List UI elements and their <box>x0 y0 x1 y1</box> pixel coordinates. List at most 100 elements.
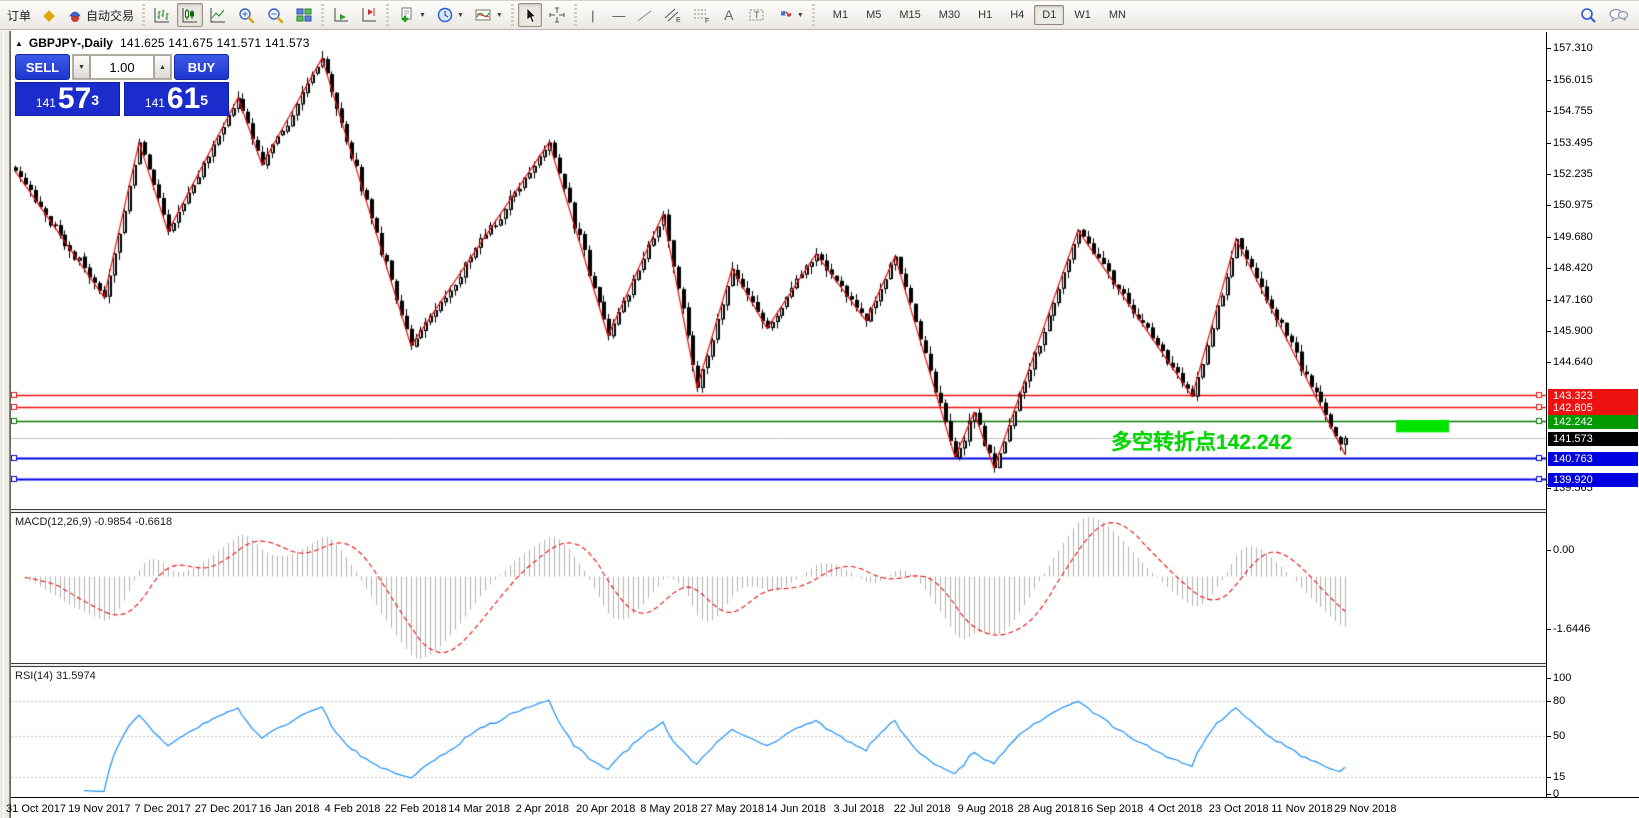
rsi-tick: 80 <box>1553 695 1565 707</box>
svg-text:T: T <box>754 10 760 20</box>
line-chart-button[interactable] <box>205 3 231 27</box>
zoom-in-button[interactable] <box>233 3 260 27</box>
text-button[interactable]: A <box>717 3 741 27</box>
toolbar: 订单 ◆ 自动交易 <box>0 0 1639 30</box>
trendline-button[interactable]: ／ <box>633 3 657 27</box>
arrows-button[interactable]: ▼ <box>772 3 808 27</box>
cursor-button[interactable] <box>518 3 542 27</box>
volume-input[interactable] <box>90 55 154 79</box>
timeframe-button-mn[interactable]: MN <box>1101 5 1134 25</box>
text-icon: A <box>724 7 733 23</box>
date-tick: 11 Nov 2018 <box>1271 803 1333 815</box>
collapse-arrow-icon[interactable]: ▲ <box>15 39 23 48</box>
chart-shift-icon <box>360 6 378 24</box>
crosshair-button[interactable] <box>544 3 570 27</box>
date-tick: 16 Jan 2018 <box>259 803 320 815</box>
dropdown-arrow-icon: ▼ <box>797 12 804 19</box>
auto-scroll-button[interactable] <box>328 3 354 27</box>
macd-tick: 0.00 <box>1553 544 1574 556</box>
toolbar-separator <box>321 4 324 26</box>
sell-price-box[interactable]: 141 57 3 <box>15 82 120 116</box>
rsi-tick: 50 <box>1553 730 1565 742</box>
date-tick: 22 Feb 2018 <box>385 803 447 815</box>
text-label-icon: T <box>747 6 766 24</box>
date-tick: 23 Oct 2018 <box>1209 803 1269 815</box>
timeframe-button-h1[interactable]: H1 <box>970 5 1000 25</box>
tile-windows-button[interactable] <box>291 3 317 27</box>
equidistant-channel-button[interactable]: E <box>659 3 686 27</box>
date-tick: 29 Nov 2018 <box>1334 803 1396 815</box>
timeframe-button-w1[interactable]: W1 <box>1066 5 1099 25</box>
autotrading-hat-icon <box>67 7 83 23</box>
sell-price-pip: 3 <box>91 83 99 117</box>
indicators-icon <box>474 6 493 24</box>
timeframe-button-m30[interactable]: M30 <box>931 5 968 25</box>
timeframe-toolbar: M1M5M15M30H1H4D1W1MN <box>824 5 1135 25</box>
timeframe-button-h4[interactable]: H4 <box>1002 5 1032 25</box>
date-axis[interactable]: 31 Oct 201719 Nov 20177 Dec 201727 Dec 2… <box>11 798 1639 818</box>
chart-ohlc-values: 141.625 141.675 141.571 141.573 <box>120 36 310 50</box>
toolbar-separator <box>574 4 577 26</box>
date-tick: 3 Jul 2018 <box>834 803 885 815</box>
auto-scroll-icon <box>332 6 350 24</box>
periods-button[interactable]: ▼ <box>432 3 468 27</box>
dropdown-arrow-icon: ▼ <box>496 12 503 19</box>
crosshair-icon <box>548 6 566 24</box>
macd-pane[interactable]: MACD(12,26,9) -0.9854 -0.6618 <box>11 513 1546 663</box>
date-tick: 22 Jul 2018 <box>894 803 951 815</box>
rsi-canvas[interactable] <box>11 667 1546 798</box>
autotrading-button[interactable]: 自动交易 <box>63 3 138 27</box>
buy-button[interactable]: BUY <box>174 54 229 80</box>
search-icon <box>1579 6 1598 25</box>
text-label-button[interactable]: T <box>743 3 770 27</box>
timeframe-button-m1[interactable]: M1 <box>825 5 856 25</box>
price-tick: 148.420 <box>1553 262 1593 274</box>
fibonacci-button[interactable]: F <box>688 3 715 27</box>
timeframe-button-m5[interactable]: M5 <box>858 5 889 25</box>
vertical-line-icon: | <box>591 8 594 23</box>
new-order-button[interactable]: 订单 <box>0 3 35 27</box>
search-button[interactable] <box>1575 3 1602 27</box>
indicators-button[interactable]: ▼ <box>470 3 507 27</box>
main-price-pane[interactable]: ▲ GBPJPY-,Daily 141.625 141.675 141.571 … <box>11 32 1546 509</box>
hline-price-label: 142.805 <box>1548 401 1638 415</box>
volume-increase-button[interactable]: ▲ <box>154 55 171 79</box>
gold-ingot-button[interactable]: ◆ <box>37 3 61 27</box>
new-order-label: 订单 <box>7 7 31 24</box>
price-tick: 149.680 <box>1553 231 1593 243</box>
timeframe-button-d1[interactable]: D1 <box>1034 5 1064 25</box>
price-tick: 144.640 <box>1553 356 1593 368</box>
bar-chart-button[interactable] <box>149 3 175 27</box>
horizontal-line-button[interactable]: — <box>607 3 631 27</box>
chart-shift-button[interactable] <box>356 3 382 27</box>
timeframe-button-m15[interactable]: M15 <box>891 5 928 25</box>
date-tick: 28 Aug 2018 <box>1018 803 1080 815</box>
macd-label: MACD(12,26,9) -0.9854 -0.6618 <box>15 516 172 528</box>
rsi-pane[interactable]: RSI(14) 31.5974 <box>11 667 1546 798</box>
volume-decrease-button[interactable]: ▼ <box>73 55 90 79</box>
candlestick-chart-canvas[interactable] <box>11 32 1546 509</box>
macd-canvas[interactable] <box>11 513 1546 663</box>
buy-price-big: 61 <box>167 85 200 113</box>
pivot-annotation-text[interactable]: 多空转折点142.242 <box>1111 426 1292 456</box>
cursor-icon <box>522 7 538 24</box>
new-chart-button[interactable]: ▼ <box>393 3 430 27</box>
price-axis[interactable]: 157.310156.015154.755153.495152.235150.9… <box>1546 32 1639 798</box>
sell-price-prefix: 141 <box>36 93 56 113</box>
trendline-icon: ／ <box>637 5 653 26</box>
price-tick: 153.495 <box>1553 137 1593 149</box>
volume-control: ▼ ▲ <box>72 54 172 80</box>
buy-price-box[interactable]: 141 61 5 <box>124 82 229 116</box>
chat-button[interactable] <box>1604 3 1633 27</box>
docked-panel-edge <box>0 31 10 818</box>
vertical-line-button[interactable]: | <box>581 3 605 27</box>
date-tick: 20 Apr 2018 <box>576 803 635 815</box>
sell-button[interactable]: SELL <box>15 54 70 80</box>
zoom-out-button[interactable] <box>262 3 289 27</box>
price-tick: 145.900 <box>1553 325 1593 337</box>
equidistant-channel-icon: E <box>663 6 682 24</box>
candlestick-chart-button[interactable] <box>177 3 203 27</box>
hline-price-label: 140.763 <box>1548 452 1638 466</box>
date-tick: 7 Dec 2017 <box>134 803 190 815</box>
price-tick: 154.755 <box>1553 105 1593 117</box>
